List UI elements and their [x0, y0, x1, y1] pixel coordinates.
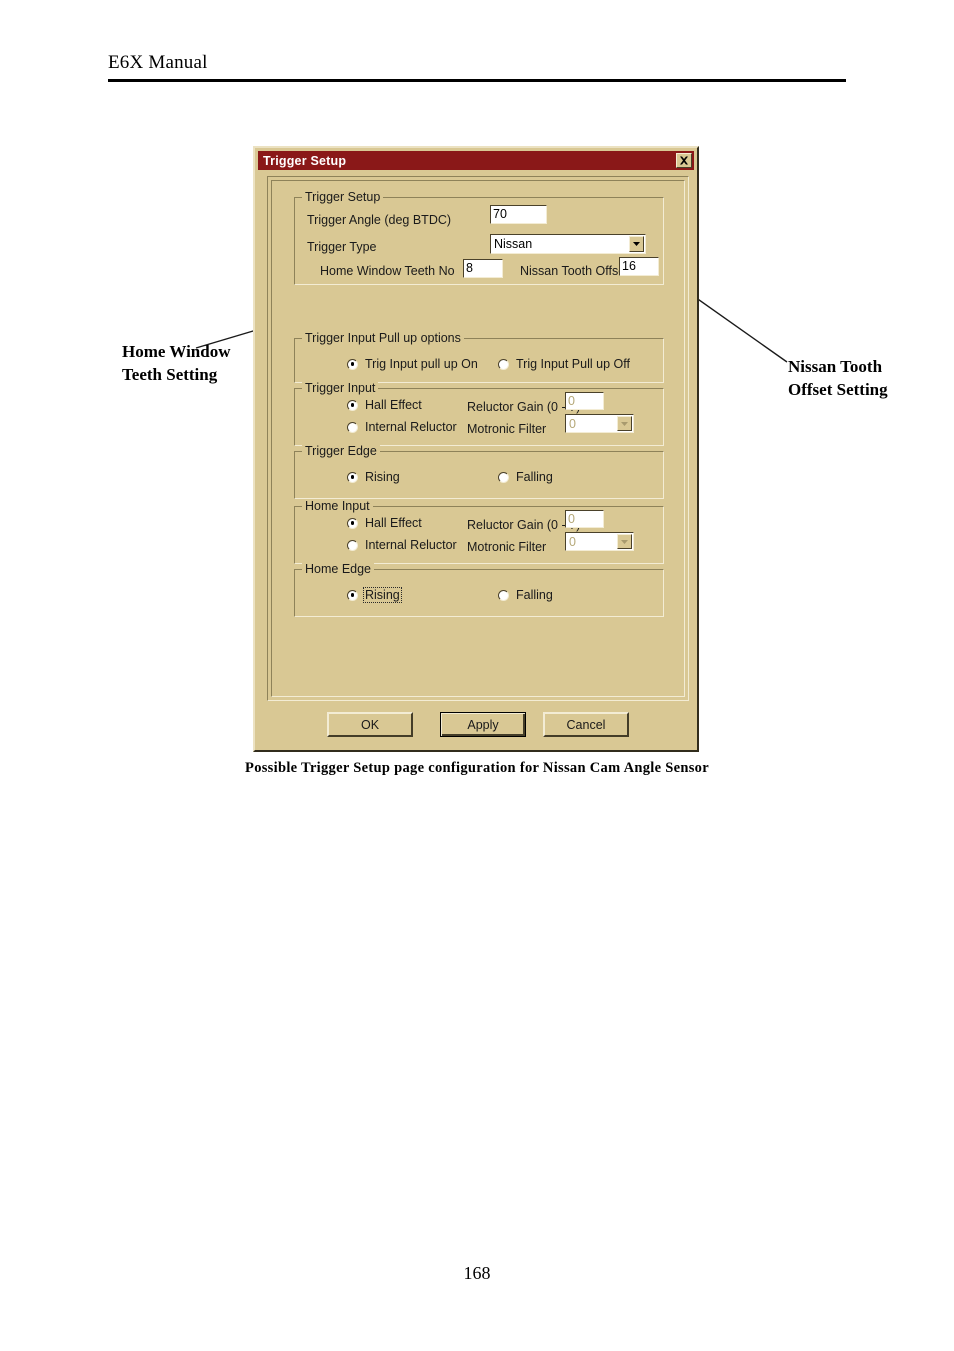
radio-trigger-edge-falling-label: Falling — [516, 470, 553, 484]
page-number: 168 — [463, 1263, 491, 1283]
select-trigger-motronic-filter[interactable]: 0 — [565, 414, 634, 433]
apply-button[interactable]: Apply — [440, 712, 526, 737]
select-home-motronic-filter-value: 0 — [569, 534, 576, 549]
select-trigger-motronic-filter-value: 0 — [569, 416, 576, 431]
label-nissan-tooth-offset: Nissan Tooth Offset — [520, 264, 629, 278]
radio-home-input-internal-reluctor-label: Internal Reluctor — [365, 538, 457, 552]
group-home-edge: Home Edge Rising Falling — [294, 562, 664, 617]
group-pullup-legend: Trigger Input Pull up options — [302, 331, 464, 345]
dialog-body-inner-frame: Trigger Setup Trigger Angle (deg BTDC) 7… — [271, 180, 685, 697]
radio-indicator — [347, 399, 358, 411]
cancel-button[interactable]: Cancel — [543, 712, 629, 737]
input-nissan-tooth-offset[interactable]: 16 — [619, 257, 659, 276]
group-home-input: Home Input Hall Effect Internal Reluctor… — [294, 499, 664, 564]
label-home-window-teeth: Home Window Teeth No — [320, 264, 455, 278]
radio-trigger-input-internal-reluctor-label: Internal Reluctor — [365, 420, 457, 434]
radio-indicator — [347, 589, 358, 601]
radio-trig-input-pullup-on-label: Trig Input pull up On — [365, 357, 478, 371]
page-header: E6X Manual — [108, 52, 846, 82]
radio-home-input-hall-effect[interactable]: Hall Effect — [347, 516, 423, 530]
label-trigger-type: Trigger Type — [307, 240, 377, 254]
radio-indicator — [498, 589, 509, 601]
header-rule — [108, 79, 846, 82]
radio-indicator — [347, 517, 358, 529]
group-trigger-input-pullup-options: Trigger Input Pull up options Trig Input… — [294, 331, 664, 383]
input-home-window-teeth[interactable]: 8 — [463, 259, 503, 278]
radio-trig-input-pullup-off[interactable]: Trig Input Pull up Off — [498, 357, 631, 371]
radio-home-edge-rising[interactable]: Rising — [347, 587, 402, 603]
radio-trig-input-pullup-off-label: Trig Input Pull up Off — [516, 357, 630, 371]
select-trigger-type[interactable]: Nissan — [490, 234, 646, 254]
radio-indicator — [347, 358, 358, 370]
label-home-motronic-filter: Motronic Filter — [467, 540, 547, 554]
annotation-nissan-tooth-offset-setting: Nissan Tooth Offset Setting — [788, 357, 888, 399]
label-trigger-reluctor-gain: Reluctor Gain (0 - 7) — [467, 400, 581, 414]
radio-home-input-hall-effect-label: Hall Effect — [365, 516, 422, 530]
group-home-edge-legend: Home Edge — [302, 562, 375, 576]
label-trigger-motronic-filter: Motronic Filter — [467, 422, 547, 436]
group-trigger-edge-legend: Trigger Edge — [302, 444, 380, 458]
group-trigger-input: Trigger Input Hall Effect Internal Reluc… — [294, 381, 664, 446]
radio-home-input-internal-reluctor[interactable]: Internal Reluctor — [347, 538, 458, 552]
input-trigger-reluctor-gain[interactable]: 0 — [565, 392, 604, 410]
label-home-reluctor-gain: Reluctor Gain (0 - 7) — [467, 518, 581, 532]
radio-indicator — [347, 421, 358, 433]
radio-trigger-edge-falling[interactable]: Falling — [498, 470, 554, 484]
dialog-title: Trigger Setup — [263, 153, 347, 168]
radio-indicator — [498, 471, 509, 483]
radio-trigger-edge-rising-label: Rising — [365, 470, 400, 484]
trigger-setup-dialog: Trigger Setup Trigger Setup Trigger Angl… — [253, 146, 699, 752]
input-home-reluctor-gain[interactable]: 0 — [565, 510, 604, 528]
close-icon[interactable] — [676, 153, 692, 168]
radio-trigger-input-hall-effect-label: Hall Effect — [365, 398, 422, 412]
radio-trig-input-pullup-on[interactable]: Trig Input pull up On — [347, 357, 479, 371]
chevron-down-icon[interactable] — [629, 236, 644, 252]
group-home-input-legend: Home Input — [302, 499, 373, 513]
chevron-down-icon[interactable] — [617, 416, 632, 431]
manual-title: E6X Manual — [108, 52, 208, 73]
radio-indicator — [498, 358, 509, 370]
radio-indicator — [347, 539, 358, 551]
ok-button[interactable]: OK — [327, 712, 413, 737]
group-trigger-edge: Trigger Edge Rising Falling — [294, 444, 664, 499]
radio-home-edge-falling-label: Falling — [516, 588, 553, 602]
radio-trigger-input-internal-reluctor[interactable]: Internal Reluctor — [347, 420, 458, 434]
chevron-down-icon[interactable] — [617, 534, 632, 549]
label-trigger-angle: Trigger Angle (deg BTDC) — [307, 213, 452, 227]
radio-indicator — [347, 471, 358, 483]
group-trigger-setup: Trigger Setup Trigger Angle (deg BTDC) 7… — [294, 190, 664, 285]
radio-trigger-edge-rising[interactable]: Rising — [347, 470, 401, 484]
figure-caption: Possible Trigger Setup page configuratio… — [245, 760, 709, 776]
annotation-home-window-teeth-setting: Home Window Teeth Setting — [122, 342, 231, 384]
dialog-titlebar[interactable]: Trigger Setup — [258, 151, 694, 170]
select-trigger-type-value: Nissan — [494, 237, 533, 251]
radio-home-edge-rising-label: Rising — [363, 587, 402, 603]
dialog-body-frame: Trigger Setup Trigger Angle (deg BTDC) 7… — [267, 176, 689, 701]
group-trigger-setup-legend: Trigger Setup — [302, 190, 384, 204]
radio-home-edge-falling[interactable]: Falling — [498, 588, 554, 602]
group-trigger-input-legend: Trigger Input — [302, 381, 379, 395]
radio-trigger-input-hall-effect[interactable]: Hall Effect — [347, 398, 423, 412]
select-home-motronic-filter[interactable]: 0 — [565, 532, 634, 551]
input-trigger-angle[interactable]: 70 — [490, 205, 547, 224]
